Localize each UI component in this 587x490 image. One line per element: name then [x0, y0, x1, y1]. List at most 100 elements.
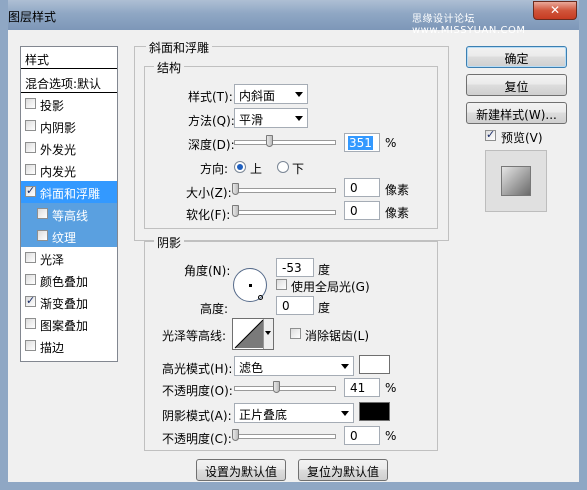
highlight-color-swatch[interactable] — [359, 355, 390, 374]
style-item-checkbox[interactable] — [25, 274, 36, 285]
shadow-mode-select[interactable]: 正片叠底 — [234, 403, 354, 423]
depth-slider-track[interactable] — [234, 140, 336, 145]
chevron-down-icon — [341, 411, 349, 416]
style-item[interactable]: 光泽 — [21, 247, 117, 269]
structure-title: 结构 — [154, 59, 185, 76]
angle-dial[interactable] — [233, 268, 267, 302]
style-item-checkbox[interactable] — [25, 164, 36, 175]
depth-unit: % — [385, 136, 397, 150]
style-item-label: 投影 — [40, 99, 65, 113]
styles-header: 样式 — [21, 47, 117, 69]
style-label: 样式(T): — [188, 90, 233, 104]
style-item-checkbox[interactable] — [25, 294, 36, 307]
contour-preview-icon — [234, 319, 264, 349]
reset-button[interactable]: 复位 — [466, 74, 567, 96]
shadow-opacity-input[interactable]: 0 — [344, 426, 380, 445]
style-item-checkbox[interactable] — [25, 252, 36, 263]
depth-slider-thumb[interactable] — [266, 135, 273, 147]
style-item[interactable]: 图案叠加 — [21, 313, 117, 335]
soften-label: 软化(F): — [186, 208, 231, 222]
style-item-checkbox[interactable] — [25, 318, 36, 329]
soften-slider-track[interactable] — [234, 210, 336, 215]
style-item-checkbox[interactable] — [25, 120, 36, 131]
style-select[interactable]: 内斜面 — [234, 84, 308, 104]
highlight-opacity-unit: % — [385, 381, 397, 395]
preview-checkbox[interactable] — [485, 128, 496, 141]
title-bar[interactable]: 图层样式 思缘设计论坛 www.MISSYUAN.COM ✕ — [0, 0, 587, 36]
chevron-down-icon — [295, 116, 303, 121]
style-item-label: 纹理 — [52, 231, 77, 245]
make-default-button[interactable]: 设置为默认值 — [196, 459, 286, 481]
direction-up-radio[interactable] — [234, 161, 246, 173]
style-item-label: 渐变叠加 — [40, 297, 89, 311]
new-style-button[interactable]: 新建样式(W)... — [466, 102, 567, 124]
angle-unit: 度 — [318, 263, 331, 277]
shadow-opacity-slider-thumb[interactable] — [232, 429, 239, 441]
shadow-opacity-slider-track[interactable] — [234, 434, 336, 439]
depth-input[interactable]: 351 — [344, 133, 380, 152]
shadow-mode-label: 阴影模式(A): — [162, 409, 232, 423]
altitude-input[interactable]: 0 — [276, 296, 314, 315]
technique-select[interactable]: 平滑 — [234, 108, 308, 128]
highlight-opacity-slider-thumb[interactable] — [273, 381, 280, 393]
window-title: 图层样式 — [8, 10, 57, 24]
anti-alias-label: 消除锯齿(L) — [305, 329, 370, 343]
altitude-unit: 度 — [318, 301, 331, 315]
shadow-opacity-label: 不透明度(C): — [162, 432, 232, 446]
style-item[interactable]: 内发光 — [21, 159, 117, 181]
style-item[interactable]: 斜面和浮雕 — [21, 181, 117, 203]
gloss-contour-picker[interactable] — [232, 318, 274, 350]
technique-label: 方法(Q): — [188, 114, 235, 128]
style-item-label: 内阴影 — [40, 121, 77, 135]
style-item-label: 外发光 — [40, 143, 77, 157]
style-item-checkbox[interactable] — [25, 184, 36, 197]
anti-alias-checkbox[interactable] — [290, 328, 301, 339]
global-light-checkbox[interactable] — [276, 279, 287, 290]
style-item[interactable]: 描边 — [21, 335, 117, 357]
highlight-opacity-input[interactable]: 41 — [344, 378, 380, 397]
shading-title: 阴影 — [154, 234, 185, 251]
style-item-label: 光泽 — [40, 253, 65, 267]
style-item-checkbox[interactable] — [37, 208, 48, 219]
angle-input[interactable]: -53 — [276, 258, 314, 277]
ok-button[interactable]: 确定 — [466, 46, 567, 68]
style-item-checkbox[interactable] — [25, 340, 36, 351]
style-item[interactable]: 内阴影 — [21, 115, 117, 137]
chevron-down-icon — [341, 364, 349, 369]
size-label: 大小(Z): — [186, 186, 232, 200]
size-unit: 像素 — [385, 183, 410, 197]
soften-input[interactable]: 0 — [344, 201, 380, 220]
highlight-mode-select[interactable]: 滤色 — [234, 356, 354, 376]
depth-label: 深度(D): — [188, 138, 235, 152]
reset-to-default-button[interactable]: 复位为默认值 — [298, 459, 388, 481]
direction-up-label: 上 — [250, 162, 263, 176]
style-item-checkbox[interactable] — [25, 98, 36, 109]
style-item[interactable]: 渐变叠加 — [21, 291, 117, 313]
size-slider-track[interactable] — [234, 188, 336, 193]
close-button[interactable]: ✕ — [533, 1, 577, 20]
soften-unit: 像素 — [385, 206, 410, 220]
direction-down-radio[interactable] — [277, 161, 289, 173]
style-item-label: 内发光 — [40, 165, 77, 179]
gloss-contour-label: 光泽等高线: — [162, 329, 227, 343]
style-item-checkbox[interactable] — [25, 142, 36, 153]
style-item[interactable]: 投影 — [21, 93, 117, 115]
style-preview — [485, 150, 547, 212]
style-item-label: 颜色叠加 — [40, 275, 89, 289]
chevron-down-icon — [295, 92, 303, 97]
style-item-checkbox[interactable] — [37, 230, 48, 241]
style-item[interactable]: 外发光 — [21, 137, 117, 159]
blend-options-item[interactable]: 混合选项:默认 — [21, 71, 117, 93]
altitude-label: 高度: — [200, 302, 229, 316]
soften-slider-thumb[interactable] — [232, 205, 239, 217]
highlight-opacity-slider-track[interactable] — [234, 386, 336, 391]
angle-label: 角度(N): — [184, 264, 231, 278]
highlight-mode-label: 高光模式(H): — [162, 362, 233, 376]
shadow-color-swatch[interactable] — [359, 402, 390, 421]
style-item[interactable]: 颜色叠加 — [21, 269, 117, 291]
highlight-opacity-label: 不透明度(O): — [162, 384, 233, 398]
size-input[interactable]: 0 — [344, 178, 380, 197]
size-slider-thumb[interactable] — [232, 183, 239, 195]
style-item[interactable]: 纹理 — [21, 225, 117, 247]
style-item[interactable]: 等高线 — [21, 203, 117, 225]
